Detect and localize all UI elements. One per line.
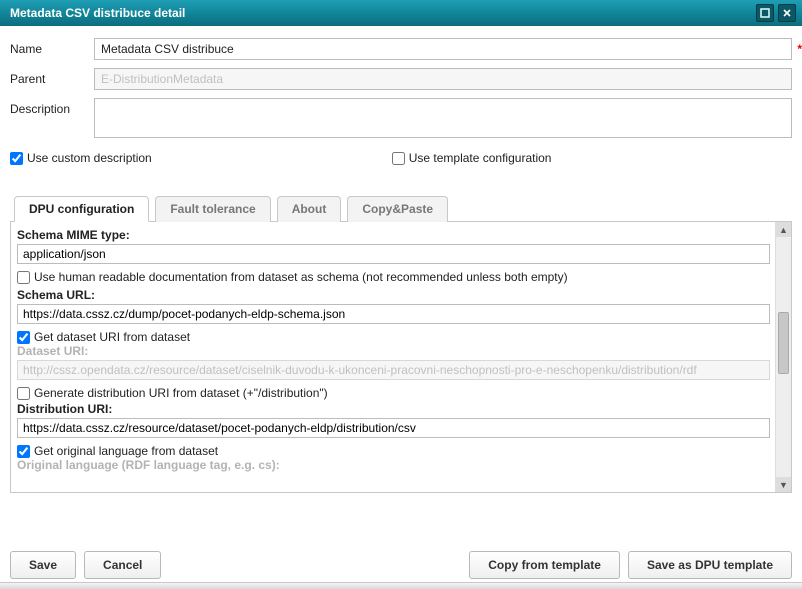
generate-distribution-uri-checkbox[interactable] bbox=[17, 387, 30, 400]
schema-mime-input[interactable] bbox=[17, 244, 770, 264]
save-button[interactable]: Save bbox=[10, 551, 76, 579]
tab-about[interactable]: About bbox=[277, 196, 342, 222]
scroll-down-arrow-icon[interactable]: ▼ bbox=[776, 477, 791, 492]
get-original-language-label: Get original language from dataset bbox=[34, 444, 218, 458]
dataset-uri-label: Dataset URI: bbox=[17, 344, 770, 358]
tab-fault-tolerance[interactable]: Fault tolerance bbox=[155, 196, 270, 222]
schema-url-input[interactable] bbox=[17, 304, 770, 324]
generate-distribution-uri-label: Generate distribution URI from dataset (… bbox=[34, 386, 328, 400]
cancel-button[interactable]: Cancel bbox=[84, 551, 161, 579]
scroll-up-arrow-icon[interactable]: ▲ bbox=[776, 222, 791, 237]
distribution-uri-label: Distribution URI: bbox=[17, 402, 770, 416]
use-custom-description-label: Use custom description bbox=[27, 151, 152, 165]
description-textarea[interactable] bbox=[94, 98, 792, 138]
original-language-label: Original language (RDF language tag, e.g… bbox=[17, 458, 770, 472]
use-template-configuration-label: Use template configuration bbox=[409, 151, 552, 165]
use-human-readable-label: Use human readable documentation from da… bbox=[34, 270, 568, 284]
name-input[interactable] bbox=[94, 38, 792, 60]
close-button[interactable] bbox=[778, 4, 796, 22]
save-as-dpu-template-button[interactable]: Save as DPU template bbox=[628, 551, 792, 579]
schema-mime-label: Schema MIME type: bbox=[17, 228, 770, 242]
name-label: Name bbox=[10, 38, 94, 56]
tab-panel: Schema MIME type: Use human readable doc… bbox=[10, 222, 792, 493]
vertical-scrollbar[interactable]: ▲ ▼ bbox=[775, 222, 791, 492]
get-dataset-uri-label: Get dataset URI from dataset bbox=[34, 330, 190, 344]
tabstrip: DPU configuration Fault tolerance About … bbox=[10, 195, 792, 222]
get-dataset-uri-checkbox[interactable] bbox=[17, 331, 30, 344]
parent-label: Parent bbox=[10, 68, 94, 86]
distribution-uri-input[interactable] bbox=[17, 418, 770, 438]
window-title: Metadata CSV distribuce detail bbox=[10, 6, 185, 20]
description-label: Description bbox=[10, 98, 94, 116]
tab-copy-paste[interactable]: Copy&Paste bbox=[347, 196, 448, 222]
get-original-language-checkbox[interactable] bbox=[17, 445, 30, 458]
maximize-button[interactable] bbox=[756, 4, 774, 22]
use-custom-description-checkbox[interactable] bbox=[10, 152, 23, 165]
use-template-configuration-checkbox[interactable] bbox=[392, 152, 405, 165]
use-human-readable-checkbox[interactable] bbox=[17, 271, 30, 284]
window-resize-strip[interactable] bbox=[0, 582, 802, 589]
dialog-window: Metadata CSV distribuce detail Name * Pa… bbox=[0, 0, 802, 589]
titlebar: Metadata CSV distribuce detail bbox=[0, 0, 802, 26]
scrollbar-thumb[interactable] bbox=[778, 312, 789, 374]
required-indicator: * bbox=[797, 42, 802, 56]
parent-input bbox=[94, 68, 792, 90]
schema-url-label: Schema URL: bbox=[17, 288, 770, 302]
dataset-uri-input bbox=[17, 360, 770, 380]
copy-from-template-button[interactable]: Copy from template bbox=[469, 551, 620, 579]
tab-dpu-configuration[interactable]: DPU configuration bbox=[14, 196, 149, 222]
